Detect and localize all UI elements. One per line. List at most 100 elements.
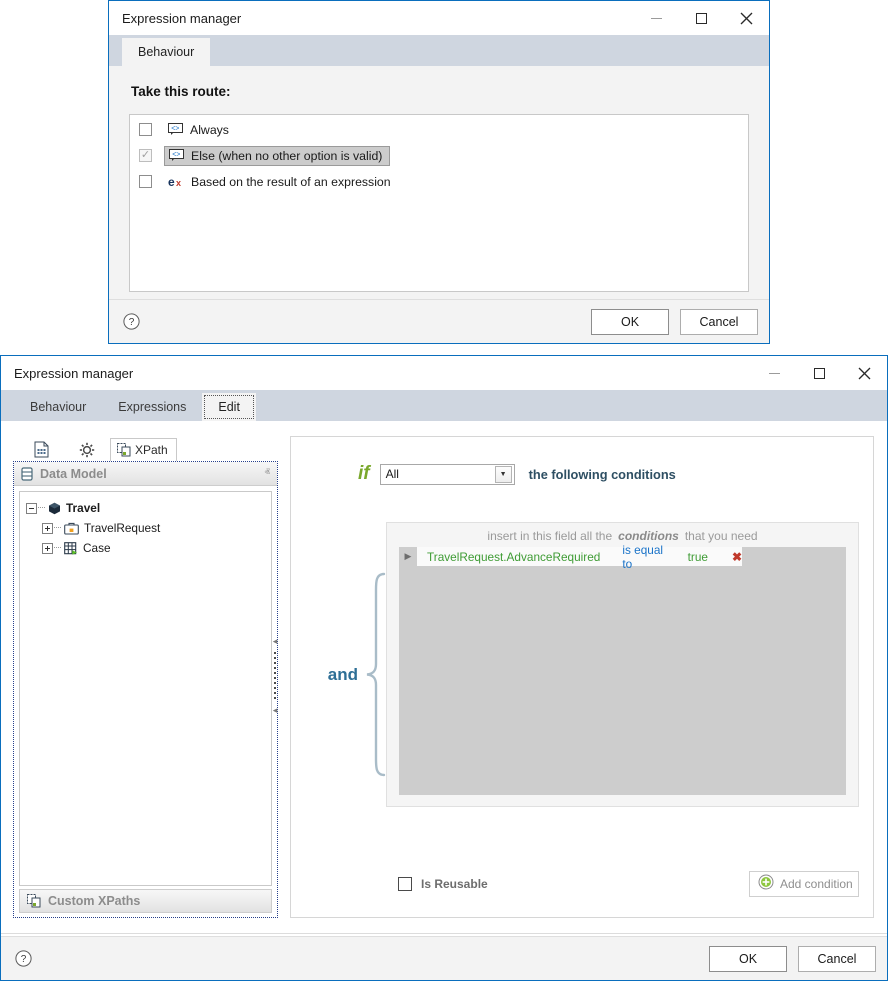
tree-connector (38, 507, 45, 509)
route-label-expression: Based on the result of an expression (191, 175, 391, 189)
tree-node-travelrequest[interactable]: TravelRequest (20, 518, 271, 538)
tab-strip: Behaviour (109, 35, 769, 66)
tree-node-travelrequest-label: TravelRequest (84, 521, 160, 535)
window-title-2: Expression manager (1, 366, 752, 381)
condition-operator[interactable]: is equal to (622, 543, 671, 571)
xpath-side-panel: XPath Data Model ⱏ ▲ (13, 436, 278, 918)
route-label-always: Always (190, 123, 229, 137)
splitter-grip[interactable] (274, 652, 276, 700)
svg-text:?: ? (129, 317, 135, 328)
hint-part-2: that you need (685, 529, 758, 543)
tab-expressions-label: Expressions (118, 400, 186, 414)
gear-icon[interactable] (64, 438, 110, 461)
condition-value[interactable]: true (688, 550, 708, 564)
and-operator-label: and (328, 665, 358, 685)
condition-field[interactable]: TravelRequest.AdvanceRequired (427, 550, 600, 564)
chevron-down-icon[interactable]: ▼ (495, 466, 512, 483)
match-type-select[interactable]: All ▼ (380, 464, 515, 485)
accordion-data-model[interactable]: Data Model ⱏ (14, 462, 277, 486)
expression-checkbox[interactable] (139, 175, 152, 188)
maximize-button-2[interactable] (797, 356, 842, 390)
tree-node-travel[interactable]: Travel (20, 498, 271, 518)
tab-behaviour[interactable]: Behaviour (122, 38, 210, 66)
tab-edit[interactable]: Edit (202, 393, 256, 421)
splitter-collapse-up-icon[interactable]: ◂ (273, 637, 278, 646)
cancel-button-2[interactable]: Cancel (798, 946, 876, 972)
maximize-button[interactable] (679, 1, 724, 35)
conditions-drop-area[interactable]: ▶ TravelRequest.AdvanceRequired is equal… (399, 547, 846, 795)
expander-minus-icon[interactable] (26, 503, 37, 514)
minimize-button[interactable] (634, 1, 679, 35)
module-icon (48, 502, 61, 515)
behaviour-panel: Take this route: <> Always ✓ <> Else (wh… (109, 66, 769, 300)
close-icon-2[interactable] (842, 356, 887, 390)
data-document-icon[interactable] (18, 438, 64, 461)
tab-behaviour-2[interactable]: Behaviour (14, 393, 102, 421)
expression-manager-window-behaviour: Expression manager Behaviour Take this r… (108, 0, 770, 344)
tab-xpath[interactable]: XPath (110, 438, 177, 461)
panel-splitter[interactable]: ◂ ◂ (269, 501, 281, 851)
if-suffix-label: the following conditions (529, 467, 676, 482)
code-bubble-icon: <> (168, 123, 183, 136)
xpath-panel-toolbar: XPath (13, 436, 278, 461)
route-item-else[interactable]: <> Else (when no other option is valid) (164, 146, 390, 166)
route-item-always[interactable]: <> Always (164, 121, 236, 139)
window-title: Expression manager (109, 11, 634, 26)
if-keyword: if (358, 463, 370, 485)
help-icon[interactable]: ? (123, 313, 140, 330)
is-reusable-checkbox[interactable] (398, 877, 412, 891)
hint-emphasis: conditions (618, 529, 679, 543)
route-row-always[interactable]: <> Always (130, 118, 748, 141)
condition-row[interactable]: ▶ TravelRequest.AdvanceRequired is equal… (399, 547, 742, 566)
delete-condition-icon[interactable]: ✖ (732, 550, 742, 564)
accordion-custom-xpaths-label: Custom XPaths (48, 894, 264, 908)
expander-plus-icon[interactable] (42, 543, 53, 554)
xpath-icon (27, 894, 41, 908)
tab-behaviour-label: Behaviour (138, 45, 194, 59)
ok-button[interactable]: OK (591, 309, 669, 335)
tab-edit-label: Edit (218, 400, 240, 414)
window-controls (634, 1, 769, 35)
chevron-up-icon[interactable]: ⱏ (265, 467, 270, 480)
splitter-collapse-down-icon[interactable]: ◂ (273, 706, 278, 715)
ok-button-2[interactable]: OK (709, 946, 787, 972)
case-icon (64, 542, 78, 555)
svg-text:e: e (168, 175, 175, 188)
and-operator-group: and (291, 567, 386, 782)
window2-footer: ? OK Cancel (1, 936, 887, 980)
title-bar: Expression manager (109, 1, 769, 35)
condition-builder-panel: if All ▼ the following conditions and in… (290, 436, 874, 918)
match-type-value: All (381, 467, 495, 481)
cancel-button[interactable]: Cancel (680, 309, 758, 335)
plus-circle-icon (758, 874, 774, 895)
else-check-tick: ✓ (141, 150, 150, 161)
expand-arrow-icon[interactable]: ▶ (399, 547, 417, 566)
close-icon[interactable] (724, 1, 769, 35)
help-icon-2[interactable]: ? (15, 950, 32, 967)
always-checkbox[interactable] (139, 123, 152, 136)
add-condition-button[interactable]: Add condition (749, 871, 859, 897)
route-item-expression[interactable]: e x Based on the result of an expression (164, 173, 398, 191)
title-bar-2: Expression manager (1, 356, 887, 390)
conditions-container: insert in this field all the conditions … (386, 522, 859, 807)
tree-node-case[interactable]: Case (20, 538, 271, 558)
window1-footer: ? OK Cancel (109, 299, 769, 343)
expander-plus-icon[interactable] (42, 523, 53, 534)
expression-manager-window-edit: Expression manager Behaviour Expressions… (0, 355, 888, 981)
data-model-tree: Travel TravelRequest Case (19, 491, 272, 886)
svg-text:?: ? (21, 954, 27, 965)
route-options-list: <> Always ✓ <> Else (when no other optio… (129, 114, 749, 292)
else-checkbox[interactable]: ✓ (139, 149, 152, 162)
minimize-button-2[interactable] (752, 356, 797, 390)
route-row-expression[interactable]: e x Based on the result of an expression (130, 170, 748, 193)
svg-text:<>: <> (172, 151, 180, 158)
tree-node-case-label: Case (83, 541, 111, 555)
tab-expressions[interactable]: Expressions (102, 393, 202, 421)
svg-text:x: x (176, 178, 181, 188)
tree-connector (54, 547, 61, 549)
accordion-custom-xpaths[interactable]: Custom XPaths ⱟ (19, 889, 272, 913)
is-reusable-row[interactable]: Is Reusable (398, 877, 488, 891)
code-bubble-icon: <> (169, 149, 184, 162)
hint-part-1: insert in this field all the (487, 529, 612, 543)
route-row-else[interactable]: ✓ <> Else (when no other option is valid… (130, 144, 748, 167)
